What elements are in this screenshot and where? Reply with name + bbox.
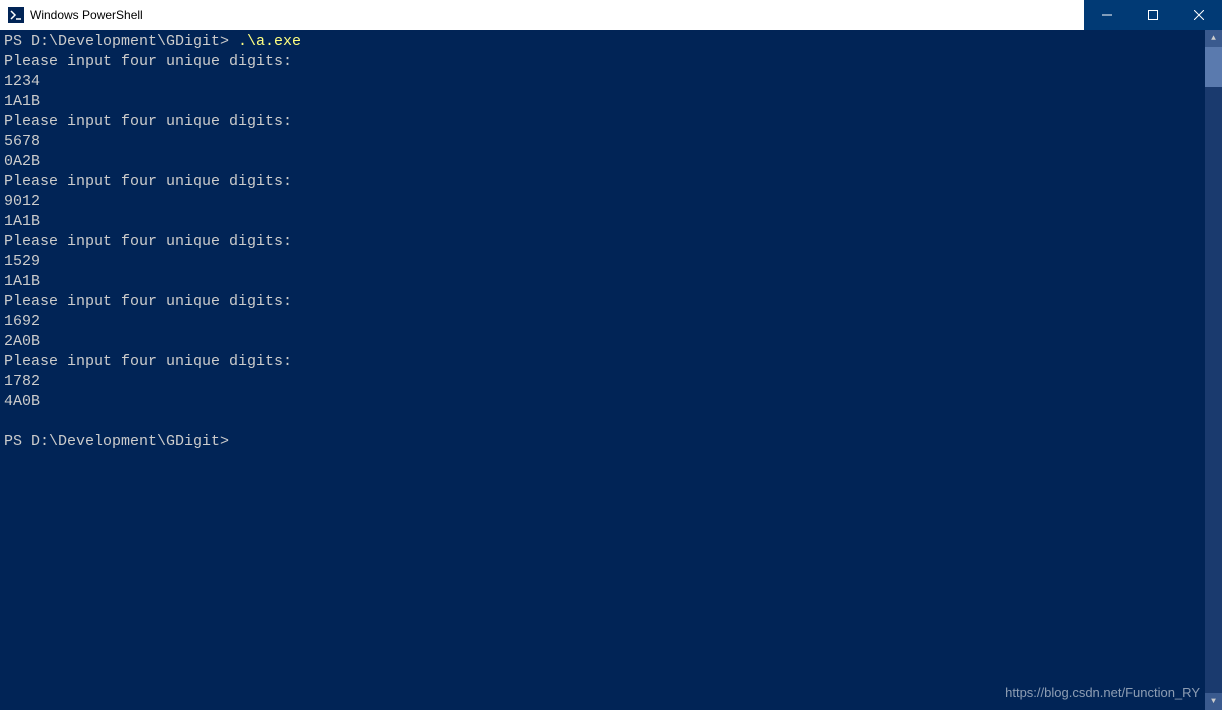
prompt-text: PS D:\Development\GDigit>: [4, 33, 238, 50]
output-line: 4A0B: [4, 393, 40, 410]
scroll-down-button[interactable]: ▼: [1205, 693, 1222, 710]
watermark: https://blog.csdn.net/Function_RY: [1005, 685, 1200, 700]
output-line: Please input four unique digits:: [4, 293, 292, 310]
window-controls: [1084, 0, 1222, 30]
output-line: 5678: [4, 133, 40, 150]
maximize-button[interactable]: [1130, 0, 1176, 30]
output-line: 1692: [4, 313, 40, 330]
output-line: 2A0B: [4, 333, 40, 350]
prompt-line-idle: PS D:\Development\GDigit>: [4, 433, 238, 450]
output-line: 1A1B: [4, 273, 40, 290]
output-line: Please input four unique digits:: [4, 233, 292, 250]
prompt-line: PS D:\Development\GDigit> .\a.exe: [4, 33, 301, 50]
scroll-up-button[interactable]: ▲: [1205, 30, 1222, 47]
titlebar[interactable]: Windows PowerShell: [0, 0, 1222, 30]
output-line: 9012: [4, 193, 40, 210]
terminal-area[interactable]: PS D:\Development\GDigit> .\a.exe Please…: [0, 30, 1222, 710]
command-text: .\a.exe: [238, 33, 301, 50]
output-line: Please input four unique digits:: [4, 113, 292, 130]
output-line: 1529: [4, 253, 40, 270]
output-line: Please input four unique digits:: [4, 353, 292, 370]
output-line: 0A2B: [4, 153, 40, 170]
powershell-icon: [8, 7, 24, 23]
close-button[interactable]: [1176, 0, 1222, 30]
window-title: Windows PowerShell: [30, 8, 143, 22]
output-line: Please input four unique digits:: [4, 53, 292, 70]
scroll-thumb[interactable]: [1205, 47, 1222, 87]
output-line: 1A1B: [4, 213, 40, 230]
minimize-button[interactable]: [1084, 0, 1130, 30]
output-line: Please input four unique digits:: [4, 173, 292, 190]
output-line: 1234: [4, 73, 40, 90]
scrollbar[interactable]: ▲ ▼: [1205, 30, 1222, 710]
output-line: 1782: [4, 373, 40, 390]
output-line: 1A1B: [4, 93, 40, 110]
